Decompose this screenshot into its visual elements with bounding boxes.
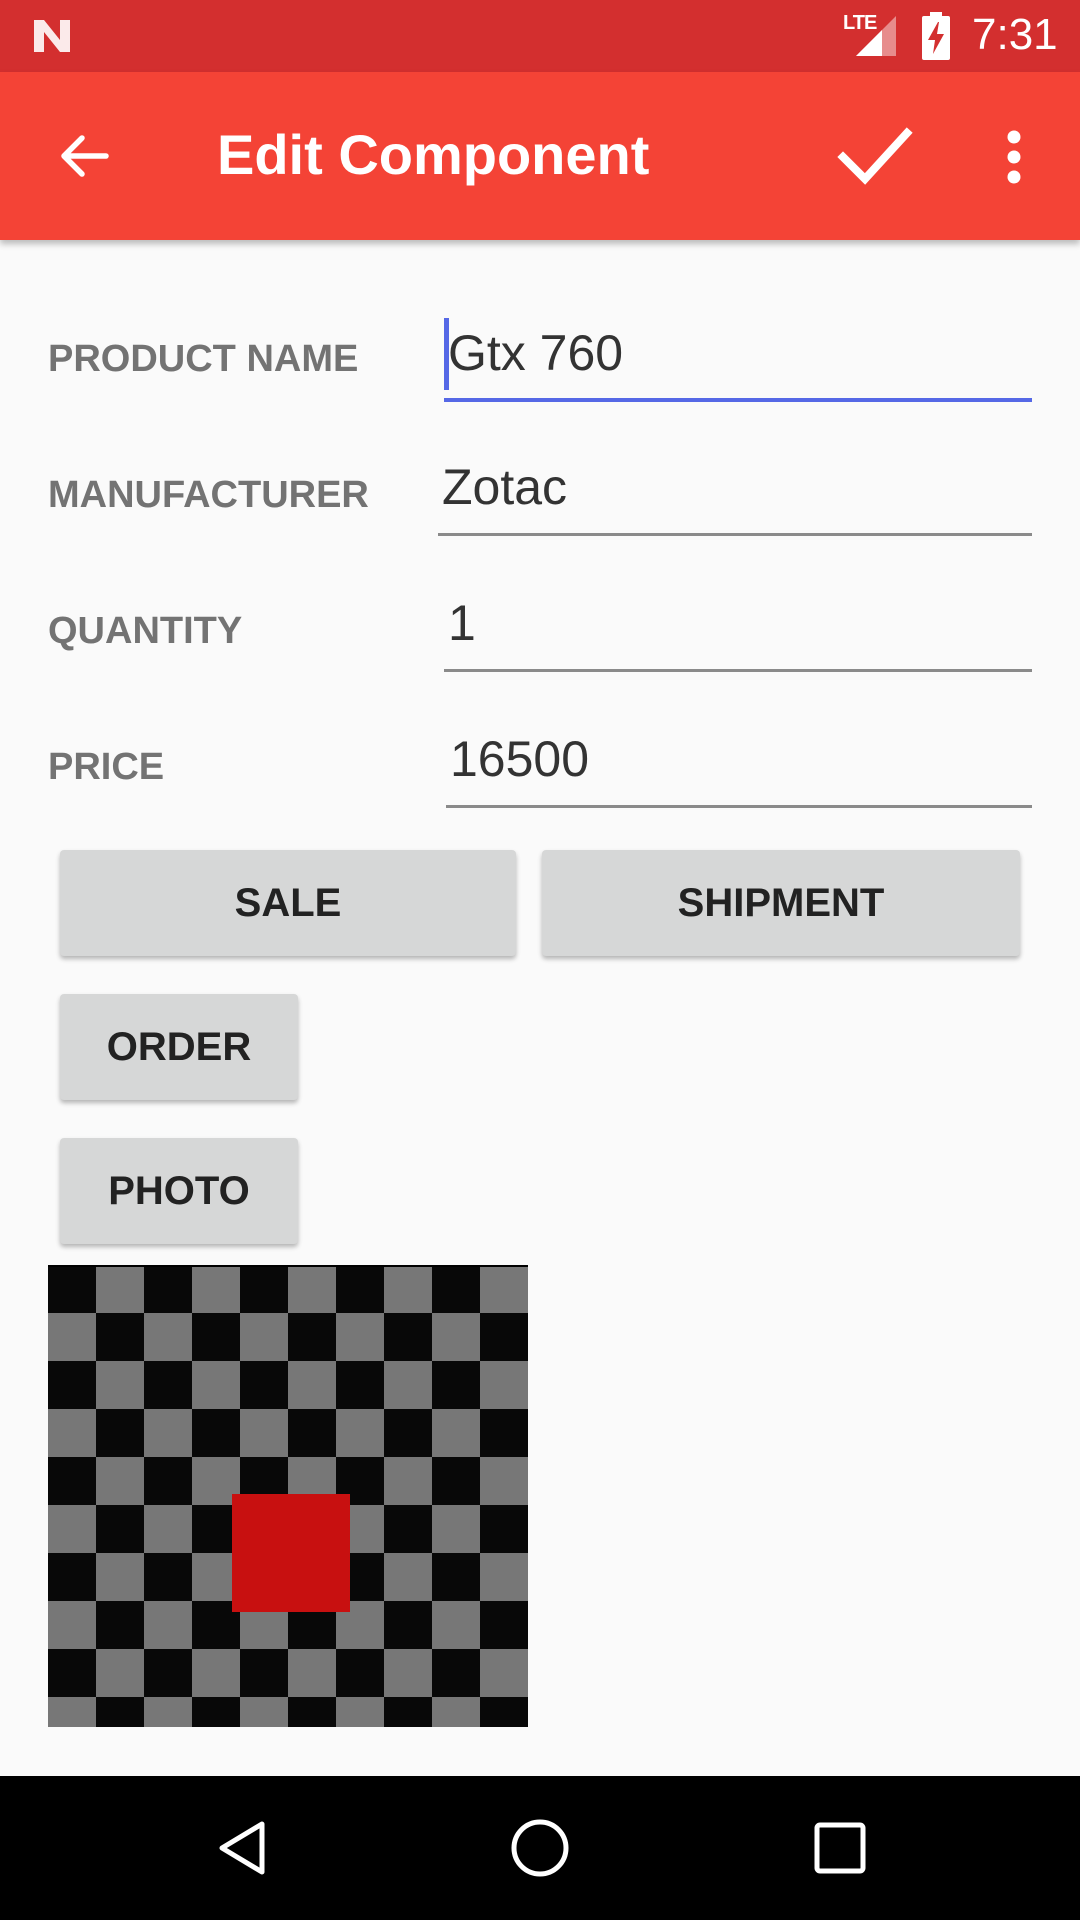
android-n-icon (34, 20, 70, 52)
app-bar: Edit Component (0, 72, 1080, 240)
manufacturer-field[interactable]: Zotac (438, 452, 1032, 536)
overflow-menu-button[interactable] (986, 112, 1042, 202)
price-field[interactable]: 16500 (446, 724, 1032, 808)
price-label: PRICE (48, 746, 165, 788)
page-title: Edit Component (217, 123, 650, 186)
quantity-field[interactable]: 1 (444, 588, 1032, 672)
clock: 7:31 (972, 10, 1058, 59)
red-square (232, 1494, 350, 1612)
nav-back-button[interactable] (190, 1796, 294, 1900)
status-bar: LTE 7:31 (0, 0, 1080, 72)
quantity-label: QUANTITY (48, 610, 243, 652)
nav-recents-button[interactable] (788, 1796, 892, 1900)
product-photo (48, 1265, 528, 1727)
nav-home-icon (511, 1819, 569, 1877)
product-name-field[interactable]: Gtx 760 (444, 318, 1032, 402)
back-arrow-icon (61, 135, 109, 177)
nav-back-icon (219, 1821, 265, 1875)
product-name-label: PRODUCT NAME (48, 338, 359, 380)
order-button[interactable]: ORDER (60, 994, 298, 1100)
save-button[interactable] (830, 112, 920, 202)
battery-charging-icon (922, 12, 950, 60)
manufacturer-label: MANUFACTURER (48, 474, 369, 516)
nav-recents-icon (814, 1822, 866, 1874)
shipment-button[interactable]: SHIPMENT (542, 850, 1020, 956)
check-icon (837, 127, 913, 185)
photo-button[interactable]: PHOTO (60, 1138, 298, 1244)
nav-home-button[interactable] (488, 1796, 592, 1900)
navigation-bar (0, 1776, 1080, 1920)
signal-icon (856, 16, 896, 56)
sale-button[interactable]: SALE (60, 850, 516, 956)
text-cursor (444, 318, 449, 390)
more-vert-icon (1007, 130, 1021, 184)
back-button[interactable] (44, 116, 124, 196)
